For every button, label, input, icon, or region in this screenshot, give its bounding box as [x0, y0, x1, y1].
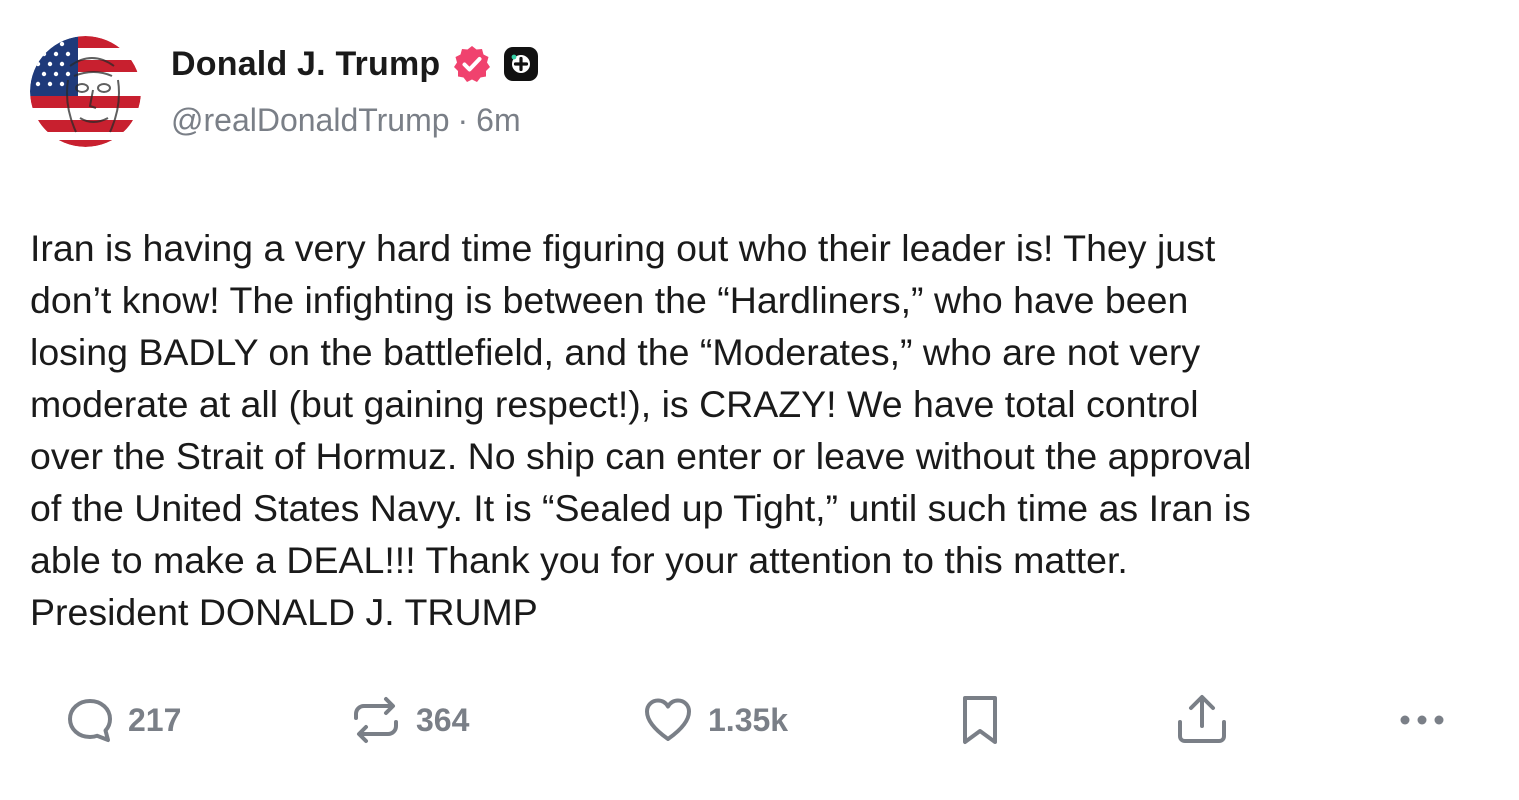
post-header: Donald J. Trump @realDonaldTrump · 6m — [171, 40, 540, 139]
post-timestamp[interactable]: 6m — [476, 102, 520, 139]
heart-icon — [640, 692, 696, 748]
post-actions-bar: 217 364 1.35k — [0, 690, 1519, 750]
like-button[interactable]: 1.35k — [640, 690, 788, 750]
meta-separator: · — [457, 102, 469, 138]
avatar-image — [30, 36, 141, 147]
reply-button[interactable]: 217 — [64, 690, 181, 750]
share-icon — [1174, 692, 1230, 748]
like-count: 1.35k — [708, 701, 789, 738]
reply-count: 217 — [128, 701, 182, 738]
verified-badge-icon — [452, 44, 492, 84]
bookmark-button[interactable] — [955, 690, 1005, 750]
more-icon — [1394, 692, 1450, 748]
author-display-name[interactable]: Donald J. Trump — [171, 45, 440, 84]
reply-icon — [64, 694, 116, 746]
post-meta: @realDonaldTrump · 6m — [171, 102, 540, 139]
author-handle[interactable]: @realDonaldTrump — [171, 102, 450, 139]
share-button[interactable] — [1174, 690, 1230, 750]
plus-badge-icon — [502, 45, 540, 83]
post-body-text: Iran is having a very hard time figuring… — [30, 227, 1252, 633]
repost-button[interactable]: 364 — [348, 690, 469, 750]
repost-icon — [348, 692, 404, 748]
repost-count: 364 — [416, 701, 470, 738]
bookmark-icon — [955, 692, 1005, 748]
post-card: Donald J. Trump @realDonaldTrump · 6m Ir… — [0, 0, 1519, 800]
more-options-button[interactable] — [1394, 690, 1450, 750]
author-avatar[interactable] — [30, 36, 141, 147]
name-row: Donald J. Trump — [171, 40, 540, 88]
